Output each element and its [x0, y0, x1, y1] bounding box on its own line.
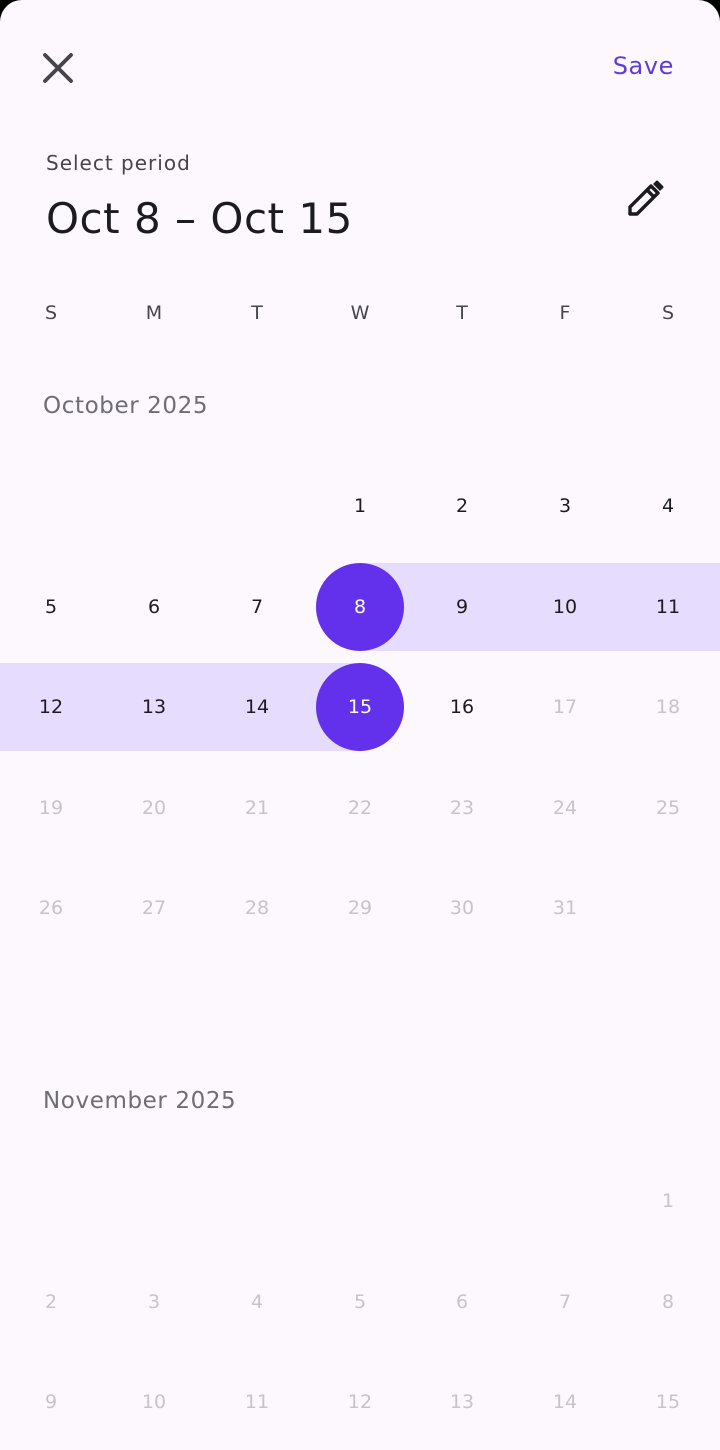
- day-cell: 19: [38, 796, 64, 819]
- weekday-label: T: [456, 302, 468, 324]
- month-title: November 2025: [43, 1088, 237, 1114]
- day-cell: 24: [552, 796, 578, 819]
- day-cell: 18: [655, 696, 681, 718]
- day-cell: 2: [44, 1290, 58, 1313]
- edit-input-button[interactable]: [620, 176, 670, 226]
- day-cell: 17: [552, 696, 578, 718]
- day-cell: 15: [655, 1391, 681, 1413]
- day-cell: 6: [455, 1290, 469, 1313]
- weekday-label: T: [251, 302, 263, 324]
- day-cell: 10: [141, 1391, 167, 1413]
- day-cell: 4: [250, 1290, 264, 1313]
- day-cell: 12: [347, 1391, 373, 1413]
- day-cell: 9: [44, 1391, 58, 1413]
- day-cell[interactable]: 2: [418, 462, 506, 550]
- selected-day-cell[interactable]: 15: [316, 663, 404, 751]
- date-range-picker: Save Select period Oct 8 – Oct 15 S M T W T F…: [0, 0, 720, 1450]
- selected-day-cell[interactable]: 8: [316, 562, 404, 651]
- day-cell[interactable]: 1: [316, 462, 404, 550]
- day-cell[interactable]: 5: [7, 563, 95, 651]
- day-cell: 5: [353, 1290, 367, 1313]
- day-cell[interactable]: 13: [110, 663, 198, 751]
- day-cell[interactable]: 14: [213, 663, 301, 751]
- day-cell[interactable]: 7: [213, 563, 301, 651]
- picker-subtitle: Select period: [46, 151, 191, 175]
- selected-range-title: Oct 8 – Oct 15: [46, 194, 353, 243]
- day-cell: 11: [244, 1391, 270, 1413]
- day-cell: 26: [38, 897, 64, 919]
- day-cell: 21: [244, 796, 270, 819]
- day-cell[interactable]: 11: [624, 563, 712, 651]
- day-cell[interactable]: 6: [110, 563, 198, 651]
- day-cell: 31: [552, 897, 578, 919]
- month-title: October 2025: [43, 393, 209, 419]
- day-cell: 1: [661, 1190, 675, 1212]
- day-cell: 7: [558, 1290, 572, 1313]
- day-cell: 23: [449, 796, 475, 819]
- weekday-label: S: [661, 302, 675, 324]
- day-cell: 25: [655, 796, 681, 819]
- pencil-icon: [628, 180, 664, 216]
- close-icon: [43, 53, 73, 83]
- day-cell[interactable]: 10: [521, 563, 609, 651]
- weekday-label: F: [559, 302, 571, 324]
- weekday-label: W: [350, 302, 370, 324]
- day-cell[interactable]: 3: [521, 462, 609, 550]
- weekday-header: SMTWTFS: [0, 302, 720, 332]
- day-cell: 29: [347, 897, 373, 919]
- day-cell: 20: [141, 796, 167, 819]
- day-cell[interactable]: 4: [624, 462, 712, 550]
- day-cell: 28: [244, 897, 270, 919]
- day-cell[interactable]: 9: [418, 563, 506, 651]
- weekday-label: S: [44, 302, 58, 324]
- day-cell: 27: [141, 897, 167, 919]
- day-cell: 30: [449, 897, 475, 919]
- day-cell: 14: [552, 1391, 578, 1413]
- weekday-label: M: [145, 302, 163, 324]
- save-button[interactable]: Save: [613, 52, 674, 80]
- day-cell: 8: [661, 1290, 675, 1313]
- day-cell: 22: [347, 796, 373, 819]
- day-cell[interactable]: 16: [418, 663, 506, 751]
- day-cell[interactable]: 12: [7, 663, 95, 751]
- day-cell: 3: [147, 1290, 161, 1313]
- day-cell: 13: [449, 1391, 475, 1413]
- close-button[interactable]: [36, 46, 80, 90]
